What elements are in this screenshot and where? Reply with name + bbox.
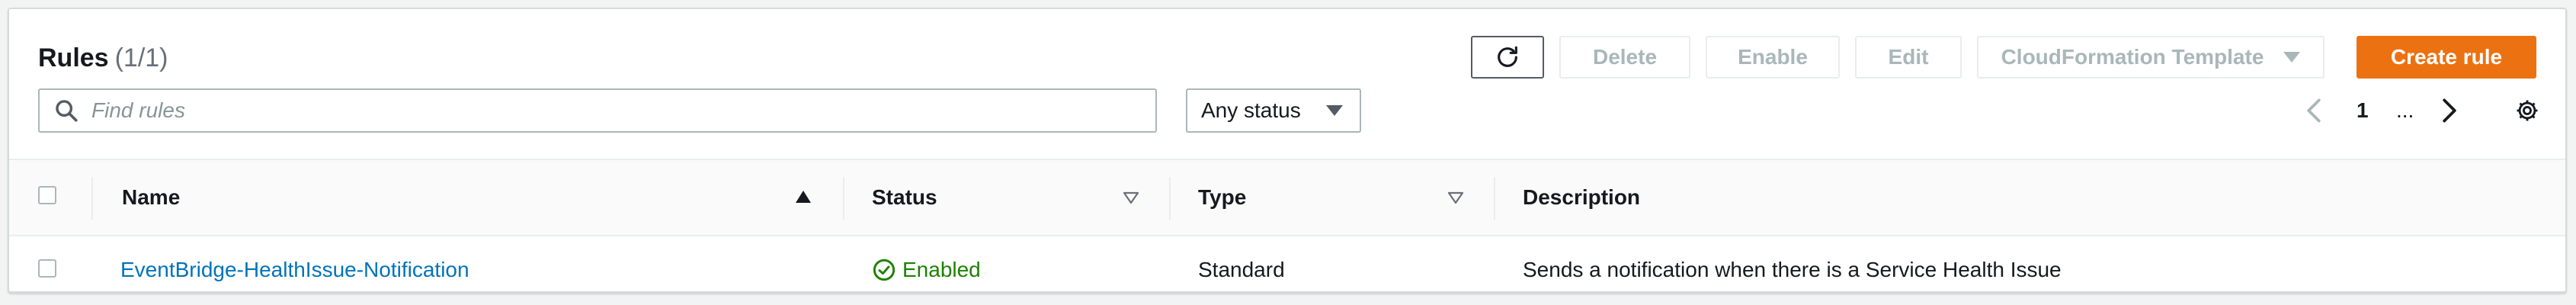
prev-page-button[interactable]	[2302, 88, 2326, 133]
refresh-icon	[1498, 46, 1517, 67]
rules-table-container: Rules (1/1) Delete Enable Edit CloudForma…	[8, 8, 2567, 293]
rules-count: (1/1)	[114, 43, 168, 72]
next-page-button[interactable]	[2437, 88, 2462, 133]
row-checkbox[interactable]	[38, 259, 56, 278]
create-rule-button[interactable]: Create rule	[2357, 36, 2536, 79]
column-header-name[interactable]: Name	[122, 160, 180, 235]
create-rule-label: Create rule	[2390, 45, 2503, 69]
column-divider	[91, 177, 93, 220]
sort-ascending-icon[interactable]	[794, 189, 812, 204]
caret-down-icon	[2283, 52, 2301, 63]
column-header-status[interactable]: Status	[872, 160, 937, 235]
enable-label: Enable	[1738, 45, 1808, 69]
delete-label: Delete	[1592, 45, 1658, 69]
search-icon	[56, 100, 78, 122]
status-filter-value: Any status	[1201, 98, 1301, 122]
table-preferences-button[interactable]	[2512, 88, 2542, 133]
cfn-label: CloudFormation Template	[2001, 45, 2264, 69]
page-number[interactable]: 1	[2357, 88, 2369, 133]
status-filter-select[interactable]: Any status	[1186, 88, 1361, 133]
rule-description: Sends a notification when there is a Ser…	[1523, 258, 2062, 281]
caret-down-icon	[1326, 105, 1343, 116]
search-input[interactable]: Find rules	[38, 88, 1157, 133]
status-header-label: Status	[872, 185, 937, 209]
sort-icon[interactable]	[1122, 191, 1140, 204]
description-header-label: Description	[1523, 185, 1641, 209]
select-all-checkbox[interactable]	[38, 186, 56, 204]
cloudformation-template-dropdown[interactable]: CloudFormation Template	[1977, 36, 2324, 79]
sort-icon[interactable]	[1447, 191, 1465, 204]
gear-icon	[2517, 100, 2538, 121]
enable-button[interactable]: Enable	[1706, 36, 1840, 79]
table-row[interactable]: EventBridge-HealthIssue-Notification Ena…	[9, 236, 2565, 294]
edit-button[interactable]: Edit	[1855, 36, 1962, 79]
check-circle-icon	[873, 258, 896, 281]
title-text: Rules	[38, 43, 109, 72]
edit-label: Edit	[1888, 45, 1929, 69]
column-divider	[1169, 177, 1171, 220]
column-header-description[interactable]: Description	[1523, 160, 1640, 235]
column-header-type[interactable]: Type	[1198, 160, 1246, 235]
rule-name-link[interactable]: EventBridge-HealthIssue-Notification	[120, 256, 469, 284]
chevron-right-icon	[2443, 98, 2456, 123]
type-header-label: Type	[1198, 185, 1247, 209]
refresh-button[interactable]	[1471, 36, 1544, 79]
column-divider	[843, 177, 844, 220]
status-text: Enabled	[902, 258, 981, 281]
page-title: Rules (1/1)	[38, 43, 168, 73]
rule-type: Standard	[1198, 258, 1285, 281]
search-placeholder: Find rules	[91, 98, 185, 122]
rule-status: Enabled	[872, 256, 981, 284]
column-divider	[1494, 177, 1495, 220]
pagination-ellipsis: ...	[2396, 98, 2414, 122]
delete-button[interactable]: Delete	[1559, 36, 1690, 79]
chevron-left-icon	[2307, 98, 2321, 123]
table-header: Name Status Type Description	[9, 159, 2565, 236]
name-header-label: Name	[122, 185, 181, 209]
